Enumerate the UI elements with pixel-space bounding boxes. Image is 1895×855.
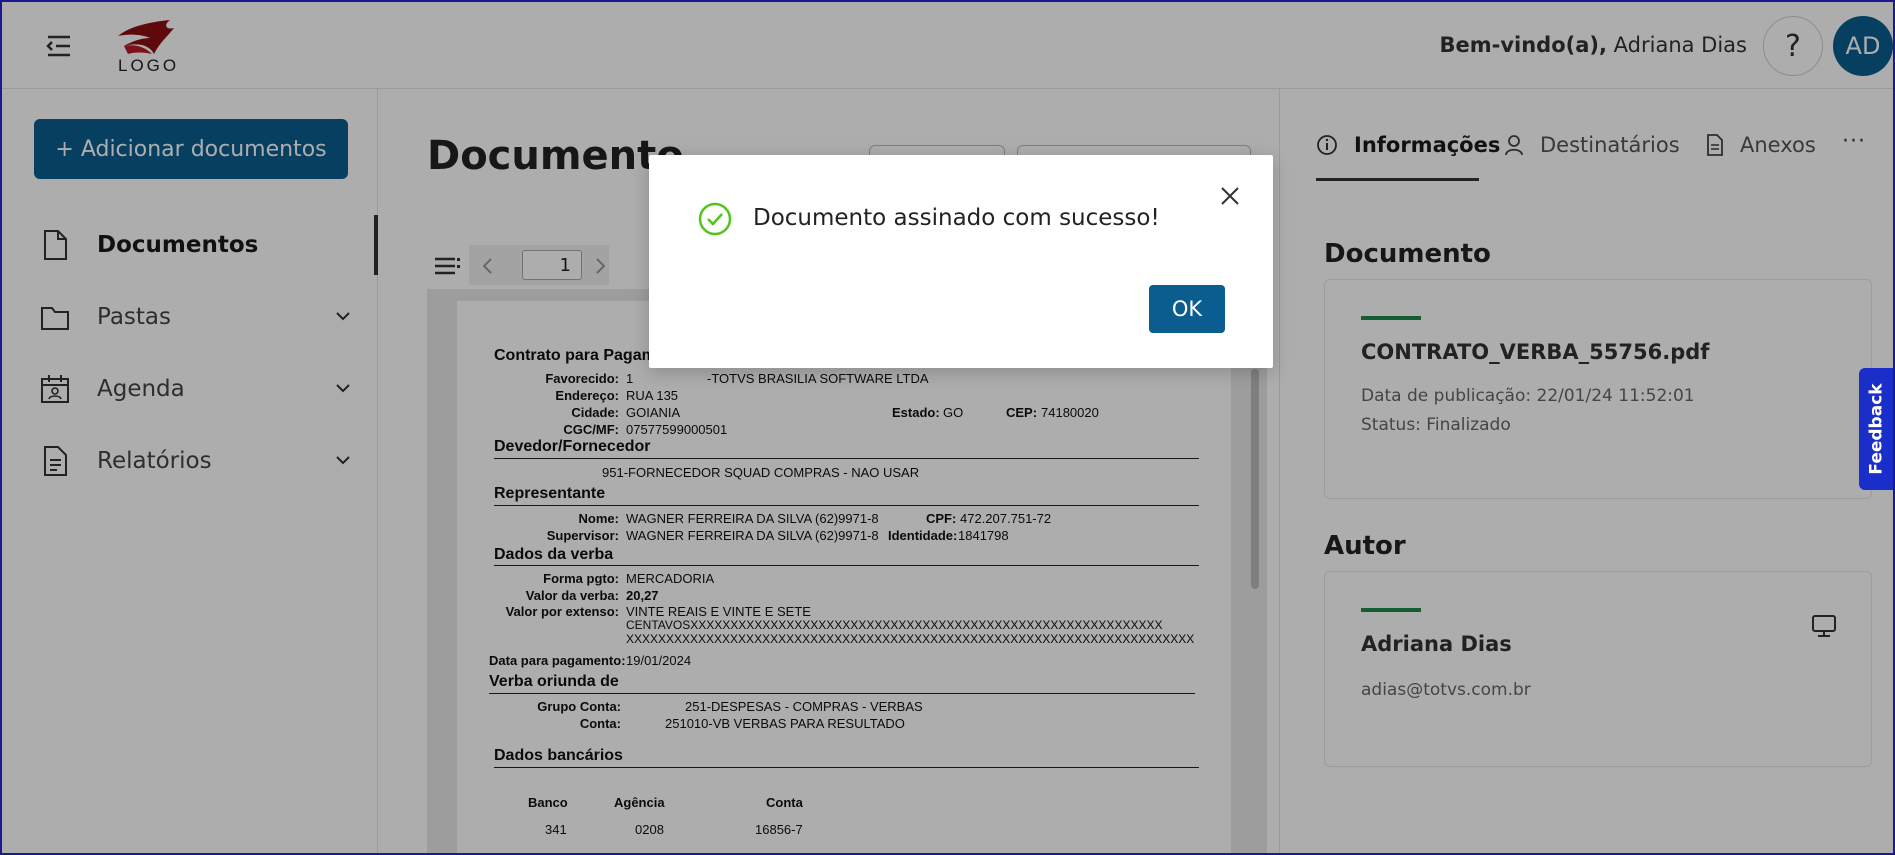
modal-backdrop[interactable] xyxy=(2,2,1893,853)
dialog-message: Documento assinado com sucesso! xyxy=(753,205,1160,231)
close-icon[interactable] xyxy=(1219,185,1241,207)
success-dialog: Documento assinado com sucesso! OK xyxy=(649,155,1273,368)
feedback-tab[interactable]: Feedback xyxy=(1859,368,1893,490)
feedback-label: Feedback xyxy=(1867,383,1887,475)
ok-button[interactable]: OK xyxy=(1149,285,1225,333)
success-check-icon xyxy=(698,202,732,236)
app-window: LOGO Bem-vindo(a), Adriana Dias ? AD + A… xyxy=(0,0,1895,855)
